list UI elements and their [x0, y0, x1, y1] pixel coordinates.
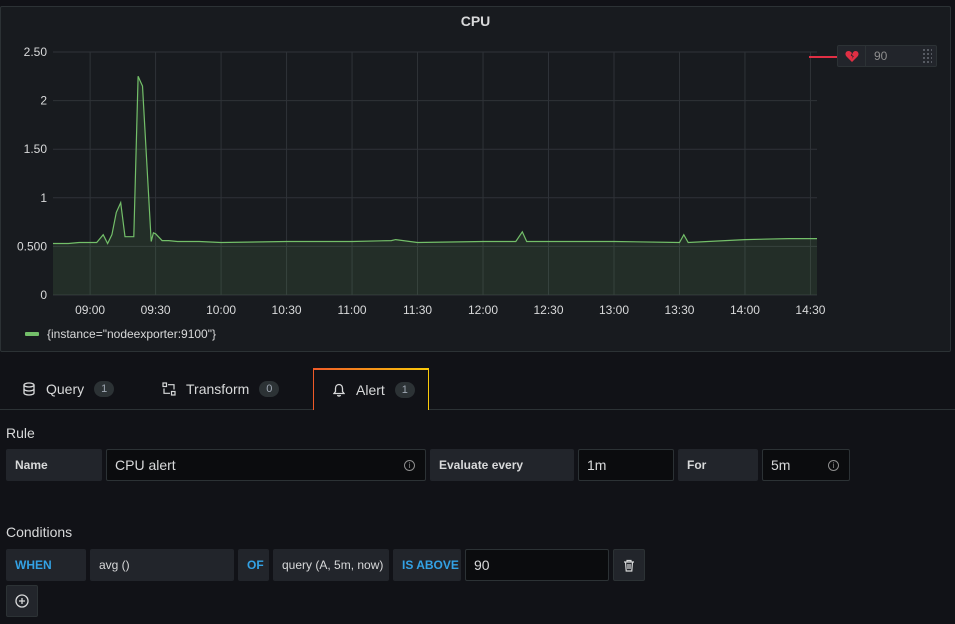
y-tick-label: 1: [40, 191, 47, 205]
y-tick-label: 2: [40, 94, 47, 108]
rule-name-value: CPU alert: [115, 457, 176, 473]
drag-grip-icon[interactable]: [922, 48, 932, 64]
cpu-chart: 2.50 2 1.50 1 0.500 0 09:00 09:30 10:00 10:30 11:0…: [17, 45, 837, 317]
tab-alert-label: Alert: [356, 382, 385, 398]
x-tick-label: 10:30: [272, 303, 302, 317]
tab-query[interactable]: Query 1: [22, 368, 115, 410]
evaluator-select[interactable]: IS ABOVE: [393, 549, 461, 581]
series-area: [53, 76, 817, 295]
x-tick-label: 09:00: [75, 303, 105, 317]
threshold-handle[interactable]: 90: [837, 45, 937, 67]
y-tick-label: 0: [40, 288, 47, 302]
delete-condition-button[interactable]: [613, 549, 645, 581]
rule-heading: Rule: [6, 425, 35, 441]
for-value: 5m: [771, 457, 791, 473]
when-keyword: WHEN: [6, 549, 86, 581]
database-icon: [22, 382, 36, 396]
rule-name-input[interactable]: CPU alert i: [106, 449, 426, 481]
threshold-input-value: 90: [474, 557, 490, 573]
name-label: Name: [6, 449, 102, 481]
y-tick-label: 0.500: [17, 239, 47, 253]
x-tick-label: 13:30: [664, 303, 694, 317]
tab-alert[interactable]: Alert 1: [313, 368, 429, 411]
editor-tabs: Query 1 Transform 0 Alert 1: [0, 368, 955, 411]
x-tick-label: 14:00: [730, 303, 760, 317]
of-keyword: OF: [238, 549, 269, 581]
query-select[interactable]: query (A, 5m, now): [273, 549, 389, 581]
tab-alert-count: 1: [394, 382, 415, 398]
bell-icon: [332, 383, 346, 397]
for-label: For: [678, 449, 758, 481]
y-tick-label: 1.50: [24, 142, 48, 156]
tab-transform-label: Transform: [186, 381, 250, 397]
graph-panel: CPU 2.50 2 1.50 1 0.500 0 09:00 09:30 10:00 10:30…: [0, 6, 951, 352]
add-condition-button[interactable]: [6, 585, 38, 617]
info-icon[interactable]: i: [828, 460, 839, 471]
tab-transform[interactable]: Transform 0: [162, 368, 280, 410]
x-tick-label: 12:00: [468, 303, 498, 317]
heart-broken-icon: [838, 45, 866, 67]
evaluate-every-value: 1m: [587, 457, 607, 473]
reducer-select[interactable]: avg (): [90, 549, 234, 581]
x-tick-label: 10:00: [206, 303, 236, 317]
x-tick-label: 09:30: [141, 303, 171, 317]
threshold-value[interactable]: 90: [874, 49, 922, 63]
x-tick-label: 13:00: [599, 303, 629, 317]
transform-icon: [162, 382, 176, 396]
tab-query-label: Query: [46, 381, 85, 397]
threshold-input[interactable]: 90: [465, 549, 609, 581]
x-tick-label: 14:30: [795, 303, 825, 317]
plus-circle-icon: [15, 594, 29, 608]
x-tick-label: 11:30: [403, 303, 432, 317]
tab-query-count: 1: [94, 381, 115, 397]
legend[interactable]: {instance="nodeexporter:9100"}: [25, 327, 216, 341]
evaluate-every-label: Evaluate every: [430, 449, 574, 481]
legend-swatch: [25, 332, 39, 336]
trash-icon: [624, 559, 634, 572]
series-line: [53, 76, 817, 245]
legend-series-name[interactable]: {instance="nodeexporter:9100"}: [47, 327, 216, 341]
conditions-heading: Conditions: [6, 524, 73, 540]
y-tick-label: 2.50: [24, 45, 48, 59]
evaluate-every-input[interactable]: 1m: [578, 449, 674, 481]
tab-transform-count: 0: [259, 381, 280, 397]
info-icon[interactable]: i: [404, 460, 415, 471]
x-tick-label: 11:00: [337, 303, 366, 317]
for-input[interactable]: 5m i: [762, 449, 850, 481]
x-tick-label: 12:30: [533, 303, 563, 317]
